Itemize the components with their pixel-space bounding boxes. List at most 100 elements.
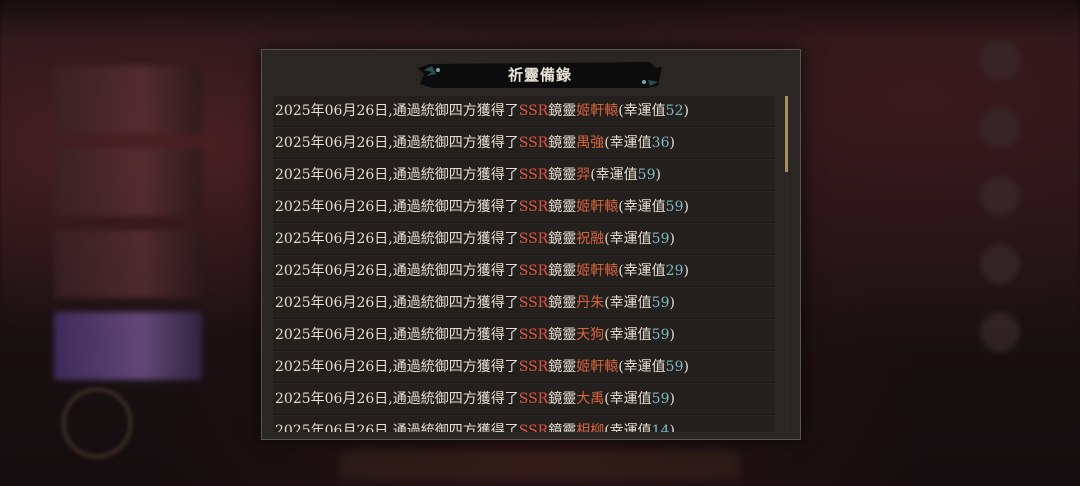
record-date: 2025年06月26日, [275, 167, 393, 183]
record-row: 2025年06月26日,通過統御四方獲得了SSR鏡靈姬軒轅(幸運值59) [273, 352, 775, 383]
summon-record-dialog: 祈靈備錄 2025年06月26日,通過統御四方獲得了SSR鏡靈姬軒轅(幸運值52… [261, 49, 801, 440]
record-spirit-name: 姬軒轅 [576, 263, 619, 279]
record-luck-value: 59 [637, 167, 656, 183]
record-list[interactable]: 2025年06月26日,通過統御四方獲得了SSR鏡靈姬軒轅(幸運值52) 2025… [273, 96, 775, 432]
record-spirit-name: 相柳 [576, 423, 605, 432]
blurred-emblem [62, 388, 132, 458]
record-spirit-name: 禺強 [576, 135, 605, 151]
record-row: 2025年06月26日,通過統御四方獲得了SSR鏡靈天狗(幸運值59) [273, 320, 775, 351]
record-date: 2025年06月26日, [275, 103, 393, 119]
record-description: 通過統御四方獲得了 [392, 391, 519, 407]
record-spirit-name: 姬軒轅 [576, 359, 619, 375]
record-luck-label: (幸運值 [618, 263, 666, 279]
dialog-title: 祈靈備錄 [507, 66, 572, 84]
record-row: 2025年06月26日,通過統御四方獲得了SSR鏡靈大禹(幸運值59) [273, 384, 775, 415]
record-luck-value: 59 [651, 327, 670, 343]
record-kind: 鏡靈 [548, 231, 577, 247]
record-date: 2025年06月26日, [275, 423, 393, 432]
record-row: 2025年06月26日,通過統御四方獲得了SSR鏡靈姬軒轅(幸運值29) [273, 256, 775, 287]
record-luck-close: ) [669, 135, 675, 151]
record-luck-value: 59 [651, 391, 670, 407]
record-luck-close: ) [683, 103, 689, 119]
blurred-right-column [975, 40, 1025, 380]
record-spirit-name: 大禹 [576, 391, 605, 407]
record-rarity: SSR [518, 327, 549, 343]
record-kind: 鏡靈 [548, 327, 577, 343]
record-rarity: SSR [518, 135, 549, 151]
record-description: 通過統御四方獲得了 [392, 167, 519, 183]
dialog-title-plate: 祈靈備錄 [418, 60, 662, 90]
record-spirit-name: 丹朱 [576, 295, 605, 311]
scrollbar-thumb[interactable] [785, 96, 788, 172]
record-description: 通過統御四方獲得了 [392, 199, 519, 215]
blurred-bottom-hint [340, 450, 740, 480]
record-luck-close: ) [669, 327, 675, 343]
record-luck-value: 36 [651, 135, 670, 151]
record-luck-close: ) [683, 199, 689, 215]
blurred-left-cards [54, 66, 204, 394]
record-row: 2025年06月26日,通過統御四方獲得了SSR鏡靈羿(幸運值59) [273, 160, 775, 191]
record-rarity: SSR [518, 103, 549, 119]
record-date: 2025年06月26日, [275, 199, 393, 215]
record-date: 2025年06月26日, [275, 231, 393, 247]
record-description: 通過統御四方獲得了 [392, 231, 519, 247]
record-row: 2025年06月26日,通過統御四方獲得了SSR鏡靈禺強(幸運值36) [273, 128, 775, 159]
record-luck-value: 59 [651, 231, 670, 247]
record-luck-close: ) [683, 263, 689, 279]
record-date: 2025年06月26日, [275, 391, 393, 407]
record-description: 通過統御四方獲得了 [392, 295, 519, 311]
record-kind: 鏡靈 [548, 103, 577, 119]
record-kind: 鏡靈 [548, 263, 577, 279]
record-description: 通過統御四方獲得了 [392, 103, 519, 119]
record-luck-value: 59 [665, 199, 684, 215]
record-rarity: SSR [518, 391, 549, 407]
record-luck-label: (幸運值 [618, 103, 666, 119]
record-luck-label: (幸運值 [618, 359, 666, 375]
record-luck-label: (幸運值 [604, 135, 652, 151]
record-rarity: SSR [518, 359, 549, 375]
record-description: 通過統御四方獲得了 [392, 359, 519, 375]
record-luck-value: 29 [665, 263, 684, 279]
record-luck-label: (幸運值 [604, 231, 652, 247]
scrollbar-track[interactable] [785, 96, 788, 432]
record-kind: 鏡靈 [548, 391, 577, 407]
blurred-top-bar [0, 0, 1080, 40]
record-luck-label: (幸運值 [604, 327, 652, 343]
record-description: 通過統御四方獲得了 [392, 327, 519, 343]
record-row: 2025年06月26日,通過統御四方獲得了SSR鏡靈姬軒轅(幸運值52) [273, 96, 775, 127]
record-luck-close: ) [683, 359, 689, 375]
record-row: 2025年06月26日,通過統御四方獲得了SSR鏡靈丹朱(幸運值59) [273, 288, 775, 319]
record-row: 2025年06月26日,通過統御四方獲得了SSR鏡靈祝融(幸運值59) [273, 224, 775, 255]
record-rarity: SSR [518, 263, 549, 279]
record-rarity: SSR [518, 231, 549, 247]
record-luck-value: 14 [651, 423, 670, 432]
record-rarity: SSR [518, 295, 549, 311]
record-spirit-name: 祝融 [576, 231, 605, 247]
record-spirit-name: 羿 [576, 167, 591, 183]
record-rarity: SSR [518, 423, 549, 432]
record-date: 2025年06月26日, [275, 135, 393, 151]
record-kind: 鏡靈 [548, 295, 577, 311]
record-kind: 鏡靈 [548, 359, 577, 375]
record-luck-label: (幸運值 [590, 167, 638, 183]
record-spirit-name: 姬軒轅 [576, 199, 619, 215]
record-luck-label: (幸運值 [604, 391, 652, 407]
record-luck-value: 52 [665, 103, 684, 119]
record-luck-label: (幸運值 [604, 295, 652, 311]
record-spirit-name: 天狗 [576, 327, 605, 343]
record-luck-value: 59 [651, 295, 670, 311]
record-date: 2025年06月26日, [275, 359, 393, 375]
record-kind: 鏡靈 [548, 167, 577, 183]
record-kind: 鏡靈 [548, 135, 577, 151]
record-luck-close: ) [669, 231, 675, 247]
record-rarity: SSR [518, 199, 549, 215]
record-kind: 鏡靈 [548, 423, 577, 432]
record-row: 2025年06月26日,通過統御四方獲得了SSR鏡靈姬軒轅(幸運值59) [273, 192, 775, 223]
record-description: 通過統御四方獲得了 [392, 135, 519, 151]
record-luck-close: ) [655, 167, 661, 183]
record-description: 通過統御四方獲得了 [392, 423, 519, 432]
record-luck-close: ) [669, 423, 675, 432]
record-spirit-name: 姬軒轅 [576, 103, 619, 119]
record-luck-close: ) [669, 391, 675, 407]
record-date: 2025年06月26日, [275, 327, 393, 343]
